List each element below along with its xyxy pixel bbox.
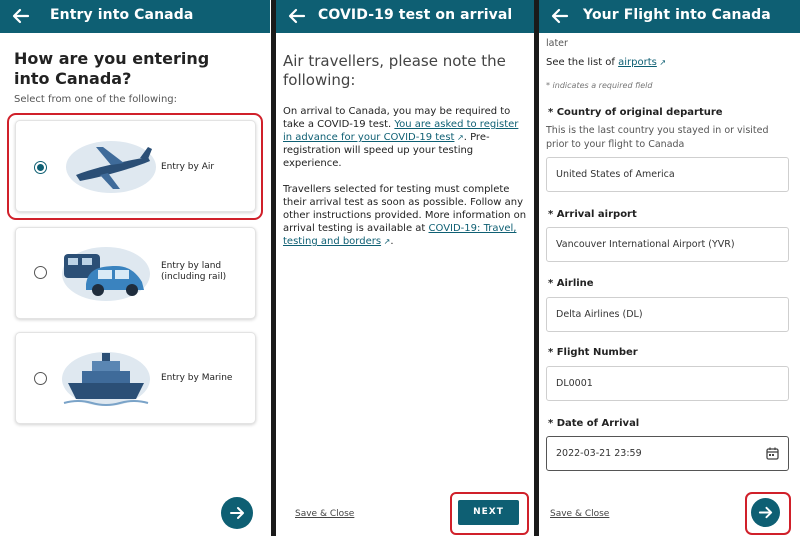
airplane-icon <box>66 141 156 193</box>
field-value: Vancouver International Airport (YVR) <box>556 239 735 250</box>
date-of-arrival-field[interactable]: 2022-03-21 23:59 <box>546 436 789 471</box>
paragraph-register: On arrival to Canada, you may be require… <box>283 105 529 170</box>
app-bar: COVID-19 test on arrival <box>276 0 534 33</box>
next-button[interactable] <box>221 497 253 529</box>
arrow-right-icon <box>230 507 244 519</box>
field-value: DL0001 <box>556 378 593 389</box>
save-close-link[interactable]: Save & Close <box>550 509 609 519</box>
paragraph-testing: Travellers selected for testing must com… <box>283 183 529 248</box>
field-label-airport: * Arrival airport <box>548 209 637 220</box>
back-arrow-icon[interactable] <box>286 5 308 27</box>
back-arrow-icon[interactable] <box>10 5 32 27</box>
option-label-land-line1: Entry by land <box>161 261 222 271</box>
app-bar: Your Flight into Canada <box>539 0 800 33</box>
page-title: COVID-19 test on arrival <box>318 7 513 23</box>
radio-unselected[interactable] <box>34 372 47 385</box>
option-label-land-line2: (including rail) <box>161 272 227 282</box>
field-label-country: * Country of original departure <box>548 107 723 118</box>
airline-field[interactable]: Delta Airlines (DL) <box>546 297 789 332</box>
next-button-label: NEXT <box>473 507 504 517</box>
notice-heading: Air travellers, please note the followin… <box>283 52 506 89</box>
option-label-marine: Entry by Marine <box>161 373 233 383</box>
paragraph-text: . <box>390 236 394 247</box>
field-label-date: * Date of Arrival <box>548 418 640 429</box>
airports-link[interactable]: airports <box>618 57 657 68</box>
field-label-text: Date of Arrival <box>556 418 640 429</box>
question-subheading: Select from one of the following: <box>14 94 177 105</box>
external-link-icon: ↗ <box>381 237 391 246</box>
field-label-flight-number: * Flight Number <box>548 347 638 358</box>
screen-covid-test: COVID-19 test on arrival Air travellers,… <box>276 0 534 536</box>
question-heading: How are you entering into Canada? <box>14 49 210 88</box>
option-entry-by-marine[interactable]: Entry by Marine <box>15 332 256 424</box>
calendar-icon[interactable] <box>766 447 779 460</box>
next-button[interactable]: NEXT <box>458 500 519 525</box>
required-note: * indicates a required field <box>546 81 653 90</box>
field-label-text: Arrival airport <box>556 209 637 220</box>
car-train-icon <box>62 247 150 301</box>
back-arrow-icon[interactable] <box>549 5 571 27</box>
field-value: 2022-03-21 23:59 <box>556 448 642 459</box>
page-title: Entry into Canada <box>50 7 194 23</box>
scrolled-text: later <box>546 38 568 49</box>
field-label-airline: * Airline <box>548 278 594 289</box>
next-button[interactable] <box>751 498 780 527</box>
arrow-right-icon <box>758 506 773 519</box>
radio-unselected[interactable] <box>34 266 47 279</box>
option-entry-by-air[interactable]: Entry by Air <box>15 120 256 212</box>
option-label-air: Entry by Air <box>161 162 215 172</box>
field-label-text: Country of original departure <box>556 107 723 118</box>
external-link-icon: ↗ <box>656 58 667 67</box>
arrival-airport-field[interactable]: Vancouver International Airport (YVR) <box>546 227 789 262</box>
external-link-icon: ↗ <box>454 133 464 142</box>
app-bar: Entry into Canada <box>0 0 270 33</box>
option-label-land: Entry by land (including rail) <box>161 261 226 283</box>
ship-icon <box>62 352 150 406</box>
page-title: Your Flight into Canada <box>583 7 771 23</box>
radio-selected[interactable] <box>34 161 47 174</box>
screen-entry-into-canada: Entry into Canada How are you entering i… <box>0 0 270 536</box>
save-close-link[interactable]: Save & Close <box>295 509 354 519</box>
field-value: Delta Airlines (DL) <box>556 309 643 320</box>
country-help-text: This is the last country you stayed in o… <box>546 125 769 150</box>
field-label-text: Flight Number <box>556 347 638 358</box>
airports-prefix: See the list of <box>546 57 619 68</box>
field-label-text: Airline <box>556 278 594 289</box>
screen-your-flight: Your Flight into Canada later See the li… <box>539 0 800 536</box>
flight-number-field[interactable]: DL0001 <box>546 366 789 401</box>
field-value: United States of America <box>556 169 675 180</box>
option-entry-by-land[interactable]: Entry by land (including rail) <box>15 227 256 319</box>
country-field[interactable]: United States of America <box>546 157 789 192</box>
airports-line: See the list of airports ↗ <box>546 57 666 68</box>
